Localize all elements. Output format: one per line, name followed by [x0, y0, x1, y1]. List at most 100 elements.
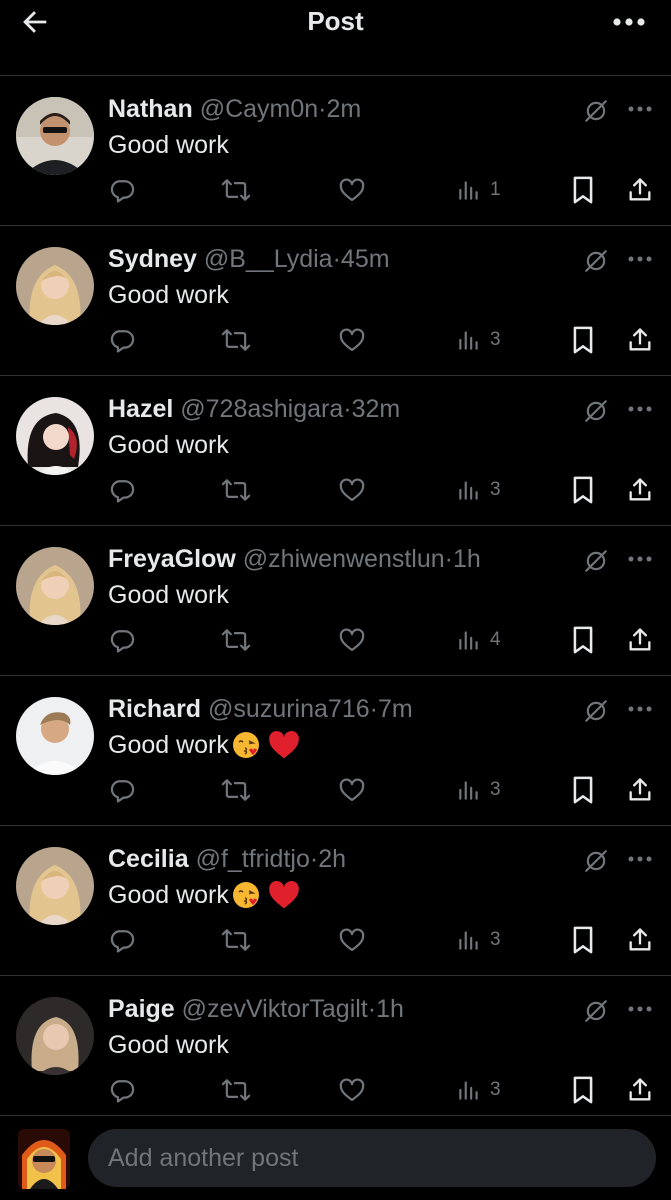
display-name[interactable]: Nathan — [108, 95, 193, 123]
display-name[interactable]: Paige — [108, 995, 175, 1023]
grok-button[interactable] — [581, 396, 611, 426]
views-button[interactable]: 3 — [456, 1072, 501, 1108]
reply-button[interactable] — [108, 922, 136, 958]
post-menu-button[interactable] — [623, 694, 657, 724]
timestamp[interactable]: 1h — [453, 545, 481, 573]
share-button[interactable] — [626, 322, 654, 358]
timestamp[interactable]: 2m — [327, 95, 362, 123]
repost-button[interactable] — [220, 622, 252, 658]
reply-post[interactable]: Sydney @B__Lydia·45m Good work 3 — [0, 226, 671, 376]
views-count: 4 — [490, 629, 501, 650]
avatar[interactable] — [16, 547, 94, 625]
avatar[interactable] — [16, 997, 94, 1075]
grok-button[interactable] — [581, 996, 611, 1026]
views-button[interactable]: 3 — [456, 772, 501, 808]
reply-button[interactable] — [108, 472, 136, 508]
grok-button[interactable] — [581, 246, 611, 276]
reply-button[interactable] — [108, 772, 136, 808]
views-button[interactable]: 3 — [456, 922, 501, 958]
like-button[interactable] — [338, 1072, 366, 1108]
timestamp[interactable]: 1h — [376, 995, 404, 1023]
reply-button[interactable] — [108, 322, 136, 358]
username-handle[interactable]: @728ashigara — [180, 395, 343, 423]
username-handle[interactable]: @zhiwenwenstlun — [243, 545, 445, 573]
avatar[interactable] — [16, 697, 94, 775]
username-handle[interactable]: @zevViktorTagilt — [182, 995, 368, 1023]
like-button[interactable] — [338, 322, 366, 358]
grok-button[interactable] — [581, 696, 611, 726]
views-button[interactable]: 3 — [456, 472, 501, 508]
repost-button[interactable] — [220, 322, 252, 358]
share-button[interactable] — [626, 1072, 654, 1108]
repost-icon — [221, 629, 251, 651]
post-menu-button[interactable] — [623, 244, 657, 274]
display-name[interactable]: Sydney — [108, 245, 197, 273]
reply-post[interactable]: Nathan @Caym0n·2m Good work 1 — [0, 76, 671, 226]
grok-button[interactable] — [581, 96, 611, 126]
post-menu-button[interactable] — [623, 994, 657, 1024]
post-menu-button[interactable] — [623, 544, 657, 574]
views-button[interactable]: 1 — [456, 172, 501, 208]
reply-post[interactable]: Hazel @728ashigara·32m Good work 3 — [0, 376, 671, 526]
like-button[interactable] — [338, 472, 366, 508]
avatar[interactable] — [16, 397, 94, 475]
like-button[interactable] — [338, 622, 366, 658]
bookmark-icon — [573, 926, 593, 954]
like-button[interactable] — [338, 772, 366, 808]
post-menu-button[interactable] — [623, 94, 657, 124]
username-handle[interactable]: @suzurina716 — [208, 695, 370, 723]
grok-button[interactable] — [581, 846, 611, 876]
share-icon — [629, 178, 651, 201]
more-horizontal-icon — [628, 406, 652, 412]
share-button[interactable] — [626, 772, 654, 808]
repost-button[interactable] — [220, 172, 252, 208]
bookmark-button[interactable] — [570, 472, 596, 508]
bookmark-button[interactable] — [570, 772, 596, 808]
views-button[interactable]: 3 — [456, 322, 501, 358]
username-handle[interactable]: @f_tfridtjo — [196, 845, 310, 873]
reply-post[interactable]: Richard @suzurina716·7m Good work 3 — [0, 676, 671, 826]
bookmark-button[interactable] — [570, 172, 596, 208]
username-handle[interactable]: @B__Lydia — [204, 245, 333, 273]
repost-button[interactable] — [220, 1072, 252, 1108]
timestamp[interactable]: 7m — [378, 695, 413, 723]
bookmark-button[interactable] — [570, 1072, 596, 1108]
reply-button[interactable] — [108, 1072, 136, 1108]
avatar[interactable] — [16, 97, 94, 175]
reply-post[interactable]: FreyaGlow @zhiwenwenstlun·1h Good work 4 — [0, 526, 671, 676]
username-handle[interactable]: @Caym0n — [200, 95, 318, 123]
timestamp[interactable]: 32m — [352, 395, 401, 423]
bookmark-button[interactable] — [570, 622, 596, 658]
timestamp[interactable]: 2h — [318, 845, 346, 873]
post-menu-button[interactable] — [623, 844, 657, 874]
display-name[interactable]: Cecilia — [108, 845, 189, 873]
repost-button[interactable] — [220, 922, 252, 958]
post-menu-button[interactable] — [623, 394, 657, 424]
reply-button[interactable] — [108, 172, 136, 208]
avatar[interactable] — [16, 847, 94, 925]
like-button[interactable] — [338, 172, 366, 208]
display-name[interactable]: Richard — [108, 695, 201, 723]
share-button[interactable] — [626, 472, 654, 508]
like-button[interactable] — [338, 922, 366, 958]
reply-button[interactable] — [108, 622, 136, 658]
repost-button[interactable] — [220, 472, 252, 508]
display-name[interactable]: Hazel — [108, 395, 173, 423]
bookmark-button[interactable] — [570, 922, 596, 958]
repost-button[interactable] — [220, 772, 252, 808]
reply-post[interactable]: Paige @zevViktorTagilt·1h Good work 3 — [0, 976, 671, 1126]
share-button[interactable] — [626, 172, 654, 208]
reply-post[interactable]: Cecilia @f_tfridtjo·2h Good work 3 — [0, 826, 671, 976]
user-avatar[interactable] — [18, 1129, 70, 1189]
views-button[interactable]: 4 — [456, 622, 501, 658]
timestamp[interactable]: 45m — [341, 245, 390, 273]
more-options-button[interactable] — [607, 4, 651, 40]
share-button[interactable] — [626, 622, 654, 658]
grok-icon — [585, 550, 607, 572]
display-name[interactable]: FreyaGlow — [108, 545, 236, 573]
avatar[interactable] — [16, 247, 94, 325]
share-button[interactable] — [626, 922, 654, 958]
bookmark-button[interactable] — [570, 322, 596, 358]
grok-button[interactable] — [581, 546, 611, 576]
add-post-input[interactable] — [88, 1129, 656, 1187]
